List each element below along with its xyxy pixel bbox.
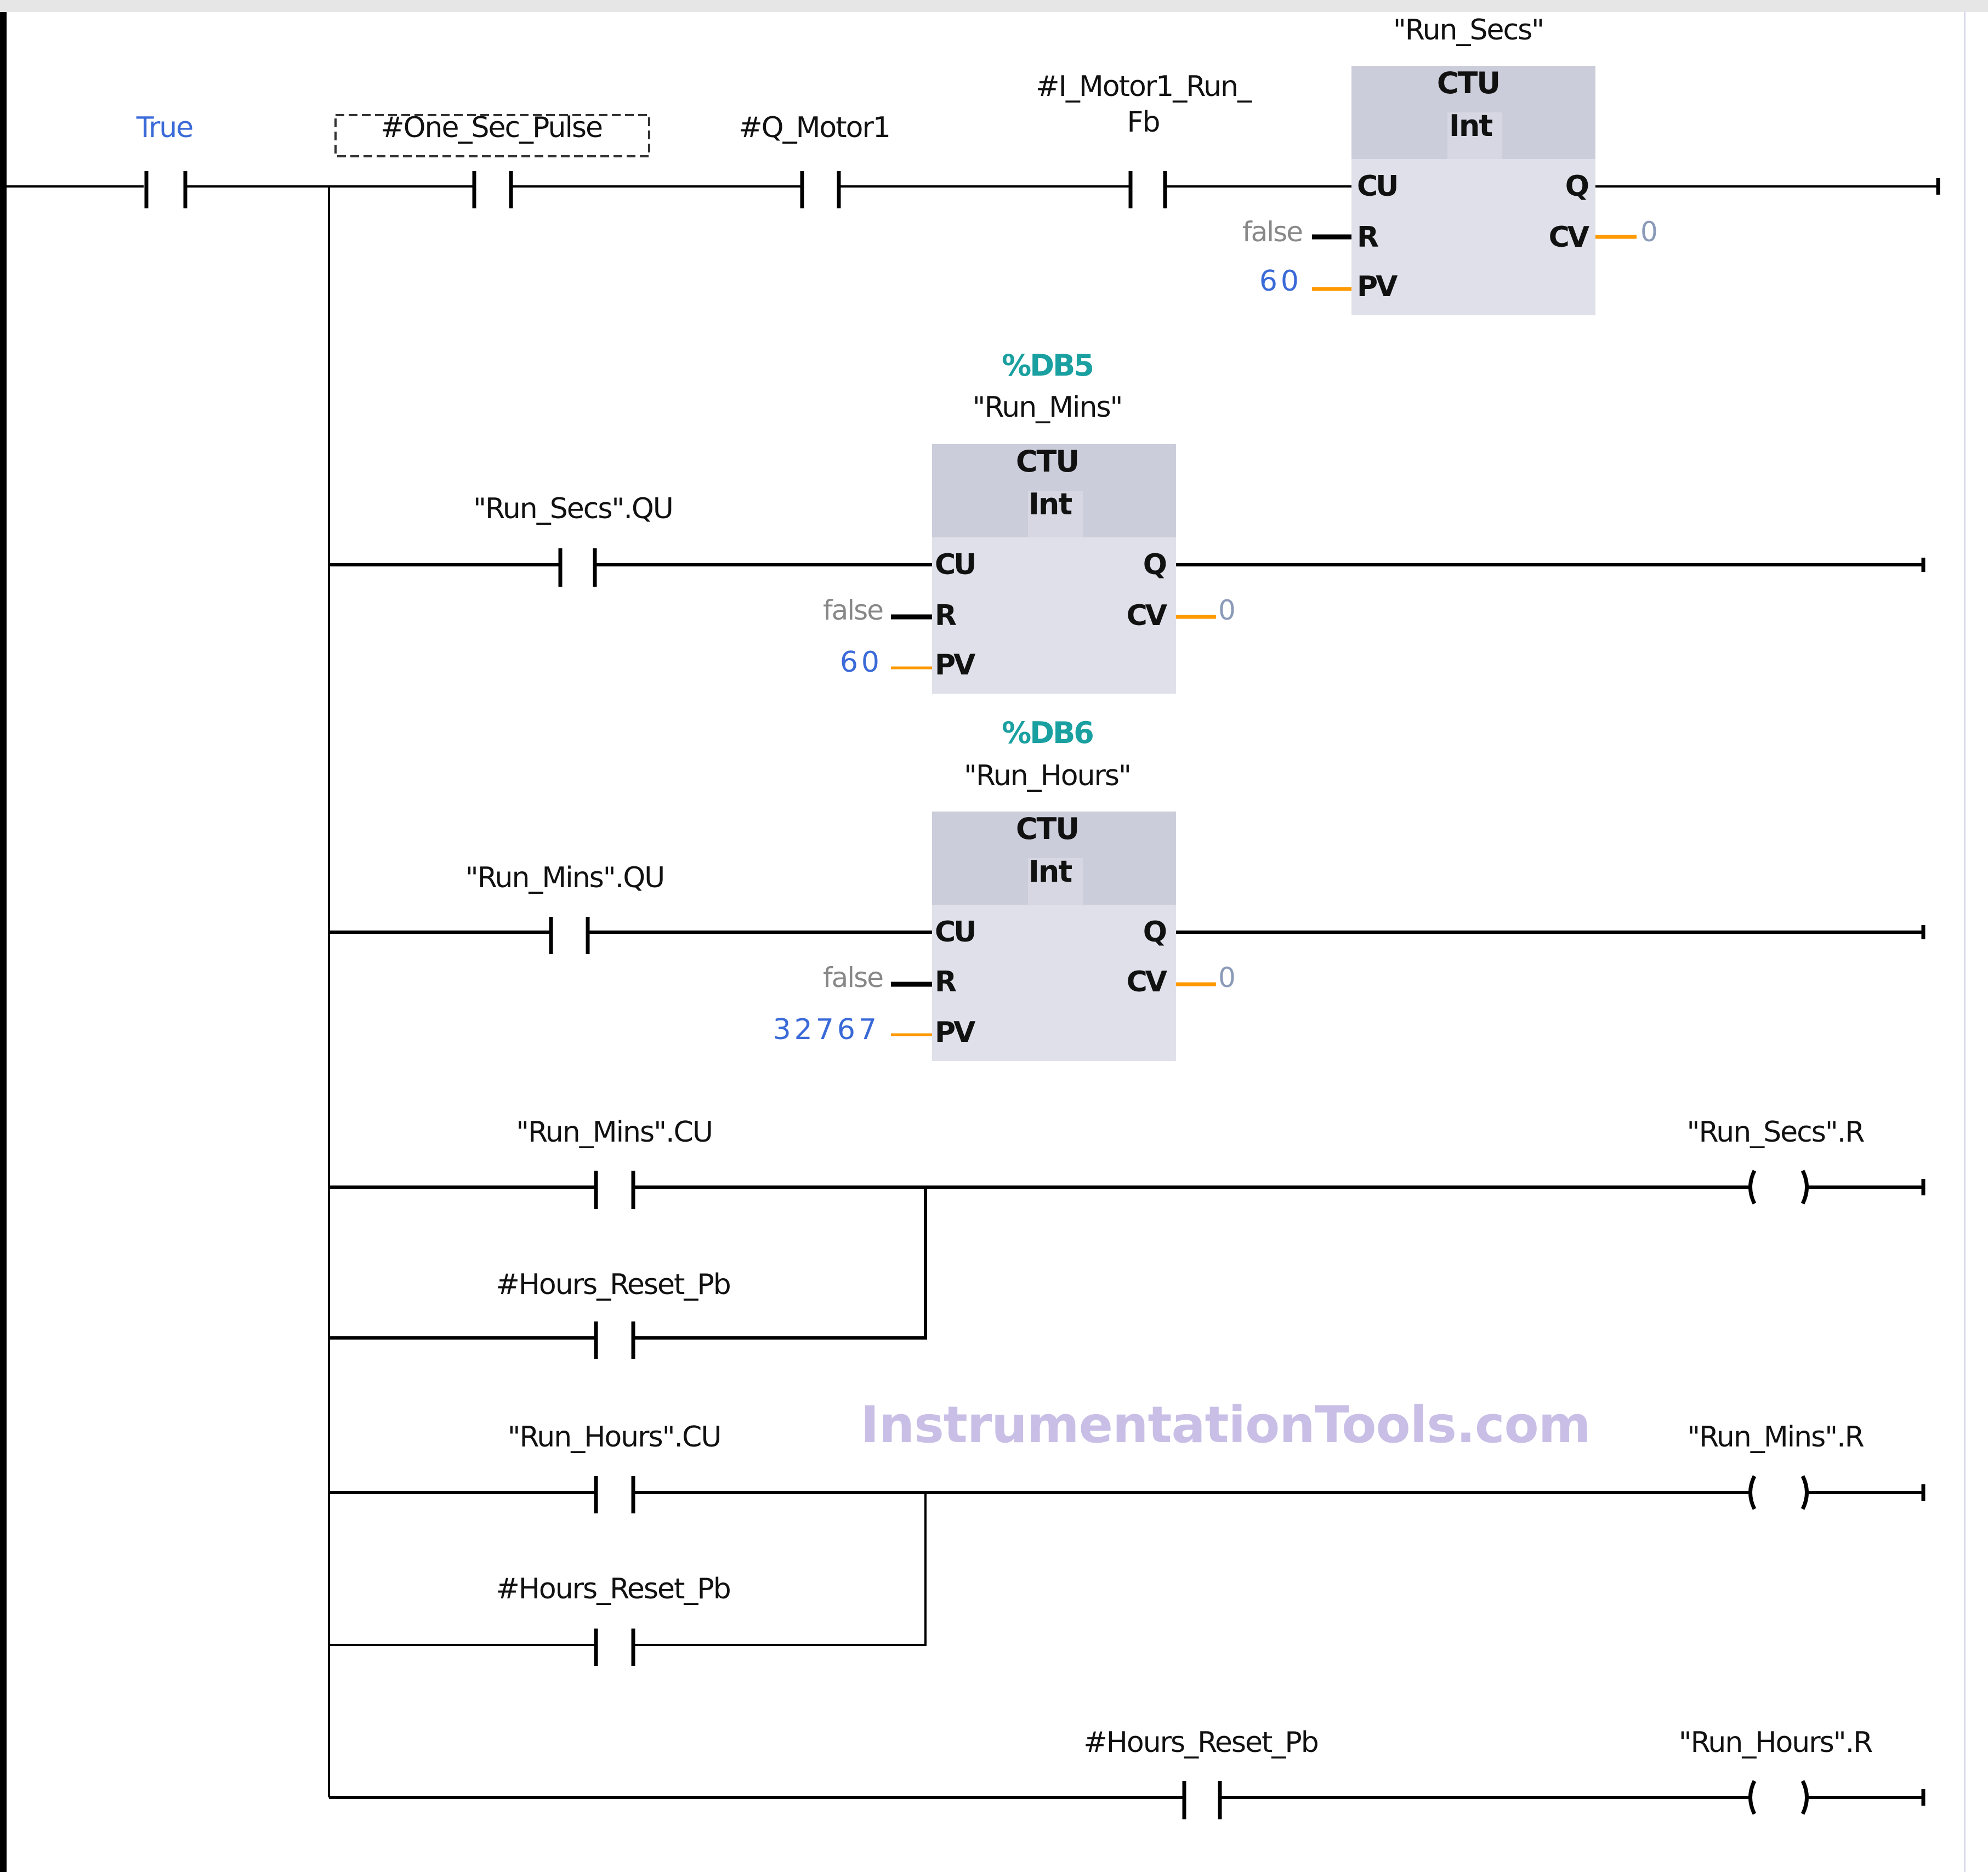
block-datatype: Int <box>1029 854 1072 889</box>
block-instance-run-secs: "Run_Secs" <box>1393 14 1543 47</box>
contact-run-hours-cu-label: "Run_Hours".CU <box>508 1421 721 1454</box>
rung-1: True #One_Sec_Pulse #Q_Motor1 #I_Motor1_… <box>7 14 1940 315</box>
contact-q-motor1[interactable] <box>800 171 841 208</box>
contact-true-label: True <box>136 111 192 144</box>
contact-one-sec-pulse[interactable] <box>472 171 513 208</box>
contact-hours-reset-pb-3[interactable] <box>1182 1781 1222 1819</box>
contact-fb-label-line2: Fb <box>1127 106 1160 139</box>
contact-fb-label-line1: #I_Motor1_Run_ <box>1036 70 1252 103</box>
pin-q: Q <box>1143 916 1166 949</box>
pin-pv: PV <box>1357 270 1398 303</box>
coil-run-hours-r[interactable] <box>1748 1780 1809 1815</box>
block-db-run-hours: %DB6 <box>1002 716 1093 750</box>
cv-value: 0 <box>1218 594 1236 626</box>
block-datatype: Int <box>1029 487 1072 521</box>
contact-hours-reset-label: #Hours_Reset_Pb <box>496 1573 730 1606</box>
contact-motor-run-fb[interactable] <box>1128 171 1167 208</box>
block-instance-run-mins: "Run_Mins" <box>973 391 1122 424</box>
contact-run-mins-qu[interactable] <box>549 917 590 954</box>
pin-cv: CV <box>1549 221 1589 254</box>
pin-pv: PV <box>935 649 975 682</box>
pin-pv: PV <box>935 1016 975 1049</box>
r-value: false <box>1242 216 1302 248</box>
cv-value: 0 <box>1640 216 1658 248</box>
contact-run-mins-cu-label: "Run_Mins".CU <box>516 1116 712 1149</box>
contact-hours-reset-pb-2[interactable] <box>594 1629 635 1666</box>
rung-3: "Run_Mins".QU %DB6 "Run_Hours" CTU Int C… <box>329 716 1925 1061</box>
block-instance-run-hours: "Run_Hours" <box>964 759 1131 792</box>
block-datatype: Int <box>1449 109 1493 143</box>
pin-cu: CU <box>1357 170 1396 203</box>
pin-cu: CU <box>935 548 974 581</box>
contact-hours-reset-pb[interactable] <box>594 1321 635 1359</box>
r-value: false <box>823 594 883 626</box>
contact-hours-reset-label: #Hours_Reset_Pb <box>1083 1726 1318 1759</box>
pv-value: 60 <box>840 646 883 679</box>
contact-run-hours-cu[interactable] <box>594 1476 635 1513</box>
contact-true[interactable] <box>144 171 188 208</box>
contact-run-mins-cu[interactable] <box>594 1171 635 1209</box>
pv-value: 32767 <box>773 1013 880 1046</box>
pin-q: Q <box>1565 170 1588 203</box>
cv-value: 0 <box>1218 962 1236 994</box>
watermark: InstrumentationTools.com <box>860 1396 1590 1454</box>
contact-run-mins-qu-label: "Run_Mins".QU <box>465 861 664 894</box>
r-value: false <box>823 962 883 994</box>
pin-r: R <box>935 599 956 632</box>
left-power-rail <box>0 12 7 1872</box>
pin-q: Q <box>1143 548 1166 581</box>
rung-4: "Run_Mins".CU #Hours_Reset_Pb "Run_Secs"… <box>329 1116 1925 1359</box>
pv-value: 60 <box>1259 265 1302 298</box>
contact-hours-reset-label: #Hours_Reset_Pb <box>496 1268 730 1301</box>
ladder-diagram: True #One_Sec_Pulse #Q_Motor1 #I_Motor1_… <box>0 12 1940 1872</box>
pin-r: R <box>1357 221 1378 254</box>
rung-6: #Hours_Reset_Pb "Run_Hours".R <box>329 1726 1925 1819</box>
block-type: CTU <box>1016 812 1078 846</box>
coil-run-mins-r-label: "Run_Mins".R <box>1687 1421 1864 1454</box>
pin-cv: CV <box>1127 599 1167 632</box>
rung-2: "Run_Secs".QU %DB5 "Run_Mins" CTU Int CU… <box>329 348 1925 694</box>
pin-cv: CV <box>1127 966 1167 999</box>
block-type: CTU <box>1016 444 1078 479</box>
contact-pulse-label: #One_Sec_Pulse <box>380 111 602 144</box>
pin-cu: CU <box>935 916 974 949</box>
rung-5: "Run_Hours".CU #Hours_Reset_Pb "Run_Mins… <box>329 1421 1925 1666</box>
coil-run-secs-r-label: "Run_Secs".R <box>1687 1116 1865 1149</box>
contact-run-secs-qu[interactable] <box>558 548 597 587</box>
coil-run-mins-r[interactable] <box>1748 1475 1809 1510</box>
contact-qmotor-label: #Q_Motor1 <box>739 111 890 144</box>
block-type: CTU <box>1437 66 1499 100</box>
coil-run-hours-r-label: "Run_Hours".R <box>1679 1726 1872 1759</box>
coil-run-secs-r[interactable] <box>1748 1170 1809 1205</box>
pin-r: R <box>935 966 956 999</box>
block-db-run-mins: %DB5 <box>1002 348 1093 383</box>
contact-run-secs-qu-label: "Run_Secs".QU <box>473 492 673 525</box>
